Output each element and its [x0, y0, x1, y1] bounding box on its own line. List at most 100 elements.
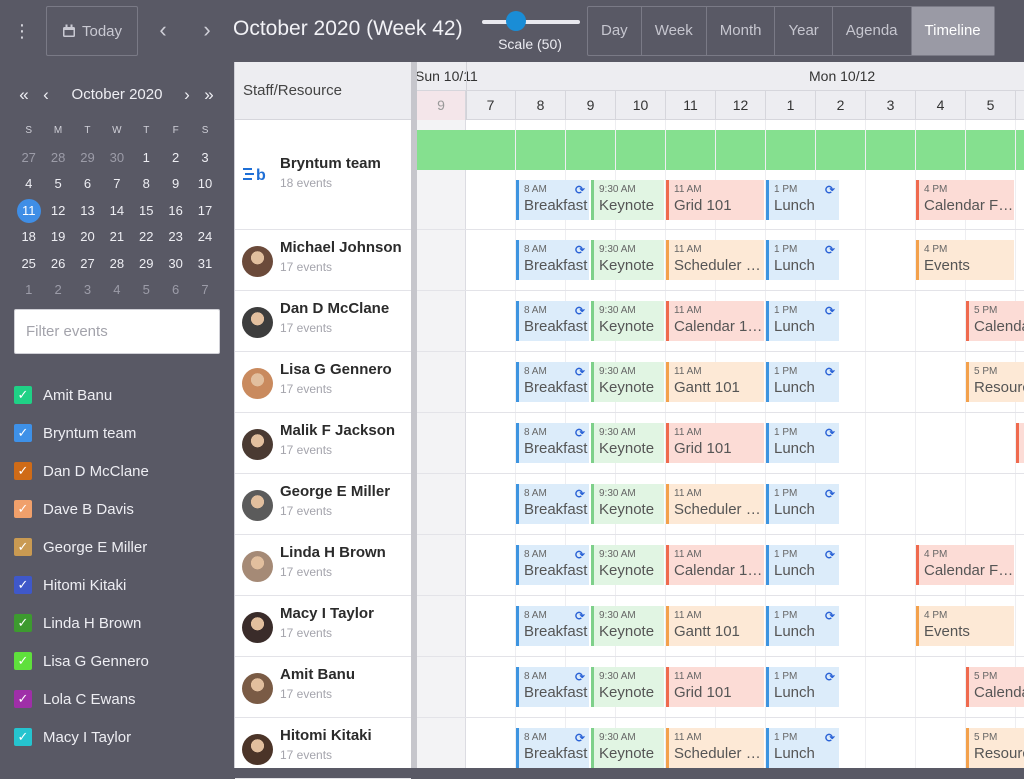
- calendar-day[interactable]: 5: [43, 171, 72, 198]
- last-month-icon[interactable]: »: [199, 84, 219, 106]
- calendar-day[interactable]: 23: [161, 224, 190, 251]
- scale-track[interactable]: [482, 20, 580, 24]
- resource-row[interactable]: George E Miller 17 events: [235, 474, 411, 535]
- event-bar[interactable]: 9:30 AM Keynote: [591, 728, 664, 768]
- resource-filter-item[interactable]: ✓ Amit Banu: [14, 376, 224, 414]
- event-bar[interactable]: 8 AM Breakfast ⟳: [516, 362, 589, 402]
- event-bar[interactable]: 1 PM Lunch ⟳: [766, 667, 839, 707]
- calendar-day[interactable]: 26: [43, 251, 72, 278]
- event-bar[interactable]: 9:30 AM Keynote: [591, 606, 664, 646]
- event-bar[interactable]: 1 PM Lunch ⟳: [766, 484, 839, 524]
- event-bar[interactable]: 8 AM Breakfast ⟳: [516, 606, 589, 646]
- event-bar[interactable]: 11 AM Grid 101: [666, 667, 764, 707]
- today-button[interactable]: Today: [46, 6, 138, 56]
- resource-filter-item[interactable]: ✓ Macy I Taylor: [14, 718, 224, 756]
- checkbox[interactable]: ✓: [14, 728, 32, 746]
- scale-slider[interactable]: Scale (50): [478, 8, 582, 58]
- event-bar[interactable]: 11 AM Gantt 101: [666, 606, 764, 646]
- event-bar[interactable]: 1 PM Lunch ⟳: [766, 606, 839, 646]
- event-bar[interactable]: 1 PM Lunch ⟳: [766, 240, 839, 280]
- event-bar[interactable]: 8 AM Breakfast ⟳: [516, 423, 589, 463]
- event-bar[interactable]: 11 AM Calendar 101: [666, 545, 764, 585]
- event-bar[interactable]: 8 AM Breakfast ⟳: [516, 240, 589, 280]
- event-bar[interactable]: 9:30 AM Keynote: [591, 667, 664, 707]
- menu-icon[interactable]: ⋮: [12, 18, 32, 44]
- event-bar[interactable]: 4 PM Calendar Fundamentals: [916, 180, 1014, 220]
- calendar-day[interactable]: 15: [132, 198, 161, 225]
- event-bar[interactable]: 9:30 AM Keynote: [591, 545, 664, 585]
- event-bar[interactable]: 4 PM Events: [916, 606, 1014, 646]
- resource-filter-item[interactable]: ✓ Dan D McClane: [14, 452, 224, 490]
- first-month-icon[interactable]: «: [14, 84, 34, 106]
- event-bar[interactable]: 1 PM Lunch ⟳: [766, 301, 839, 341]
- calendar-day[interactable]: 4: [14, 171, 43, 198]
- prev-month-icon[interactable]: ‹: [36, 84, 56, 106]
- calendar-day[interactable]: 13: [73, 198, 102, 225]
- event-bar[interactable]: 11 AM Gantt 101: [666, 362, 764, 402]
- calendar-day[interactable]: 18: [14, 224, 43, 251]
- event-bar[interactable]: 5 PM Calendar: [966, 667, 1024, 707]
- tab-week[interactable]: Week: [642, 7, 707, 55]
- event-bar[interactable]: 11 AM Scheduler 101: [666, 728, 764, 768]
- calendar-day[interactable]: 24: [190, 224, 219, 251]
- calendar-day[interactable]: 28: [102, 251, 131, 278]
- calendar-day[interactable]: 7: [190, 277, 219, 304]
- calendar-day[interactable]: 1: [14, 277, 43, 304]
- scale-thumb[interactable]: [506, 11, 526, 31]
- calendar-day[interactable]: 2: [161, 145, 190, 172]
- checkbox[interactable]: ✓: [14, 614, 32, 632]
- calendar-day[interactable]: 28: [43, 145, 72, 172]
- event-bar[interactable]: 5 PM Resources: [966, 362, 1024, 402]
- calendar-day[interactable]: 29: [132, 251, 161, 278]
- checkbox[interactable]: ✓: [14, 538, 32, 556]
- event-bar[interactable]: [1016, 423, 1024, 463]
- event-bar[interactable]: 8 AM Breakfast ⟳: [516, 728, 589, 768]
- event-bar[interactable]: 9:30 AM Keynote: [591, 301, 664, 341]
- tab-agenda[interactable]: Agenda: [833, 7, 912, 55]
- calendar-day[interactable]: 12: [43, 198, 72, 225]
- calendar-day[interactable]: 6: [73, 171, 102, 198]
- calendar-day[interactable]: 3: [73, 277, 102, 304]
- calendar-day[interactable]: 11: [14, 198, 43, 225]
- event-bar[interactable]: 4 PM Calendar Fundamentals: [916, 545, 1014, 585]
- event-bar[interactable]: 1 PM Lunch ⟳: [766, 545, 839, 585]
- resource-row[interactable]: Hitomi Kitaki 17 events: [235, 718, 411, 779]
- event-bar[interactable]: 8 AM Breakfast ⟳: [516, 545, 589, 585]
- tab-day[interactable]: Day: [588, 7, 642, 55]
- checkbox[interactable]: ✓: [14, 386, 32, 404]
- event-bar[interactable]: 9:30 AM Keynote: [591, 180, 664, 220]
- event-bar[interactable]: 1 PM Lunch ⟳: [766, 362, 839, 402]
- tab-timeline[interactable]: Timeline: [911, 7, 994, 55]
- resource-row[interactable]: b Bryntum team 18 events: [235, 120, 411, 230]
- calendar-day[interactable]: 6: [161, 277, 190, 304]
- calendar-day[interactable]: 30: [102, 145, 131, 172]
- event-bar[interactable]: 9:30 AM Keynote: [591, 362, 664, 402]
- event-bar[interactable]: 1 PM Lunch ⟳: [766, 728, 839, 768]
- event-bar[interactable]: 4 PM Events: [916, 240, 1014, 280]
- calendar-day[interactable]: 16: [161, 198, 190, 225]
- event-bar[interactable]: 11 AM Scheduler 101: [666, 240, 764, 280]
- previous-period-icon[interactable]: ‹: [152, 18, 174, 44]
- calendar-day[interactable]: 20: [73, 224, 102, 251]
- resource-filter-item[interactable]: ✓ George E Miller: [14, 528, 224, 566]
- resource-row[interactable]: Lisa G Gennero 17 events: [235, 352, 411, 413]
- resource-filter-item[interactable]: ✓ Lola C Ewans: [14, 680, 224, 718]
- resource-row[interactable]: Amit Banu 17 events: [235, 657, 411, 718]
- calendar-day[interactable]: 1: [132, 145, 161, 172]
- resource-row[interactable]: Dan D McClane 17 events: [235, 291, 411, 352]
- resource-filter-item[interactable]: ✓ Hitomi Kitaki: [14, 566, 224, 604]
- tab-year[interactable]: Year: [775, 7, 833, 55]
- calendar-day[interactable]: 30: [161, 251, 190, 278]
- event-bar[interactable]: 9:30 AM Keynote: [591, 423, 664, 463]
- calendar-day[interactable]: 14: [102, 198, 131, 225]
- resource-filter-item[interactable]: ✓ Dave B Davis: [14, 490, 224, 528]
- event-bar[interactable]: 9:30 AM Keynote: [591, 240, 664, 280]
- calendar-day[interactable]: 3: [190, 145, 219, 172]
- checkbox[interactable]: ✓: [14, 462, 32, 480]
- event-bar[interactable]: 11 AM Grid 101: [666, 180, 764, 220]
- resource-column-header[interactable]: Staff/Resource: [235, 62, 411, 120]
- calendar-day[interactable]: 29: [73, 145, 102, 172]
- calendar-day[interactable]: 27: [14, 145, 43, 172]
- calendar-day[interactable]: 17: [190, 198, 219, 225]
- event-bar[interactable]: 5 PM Calendar: [966, 301, 1024, 341]
